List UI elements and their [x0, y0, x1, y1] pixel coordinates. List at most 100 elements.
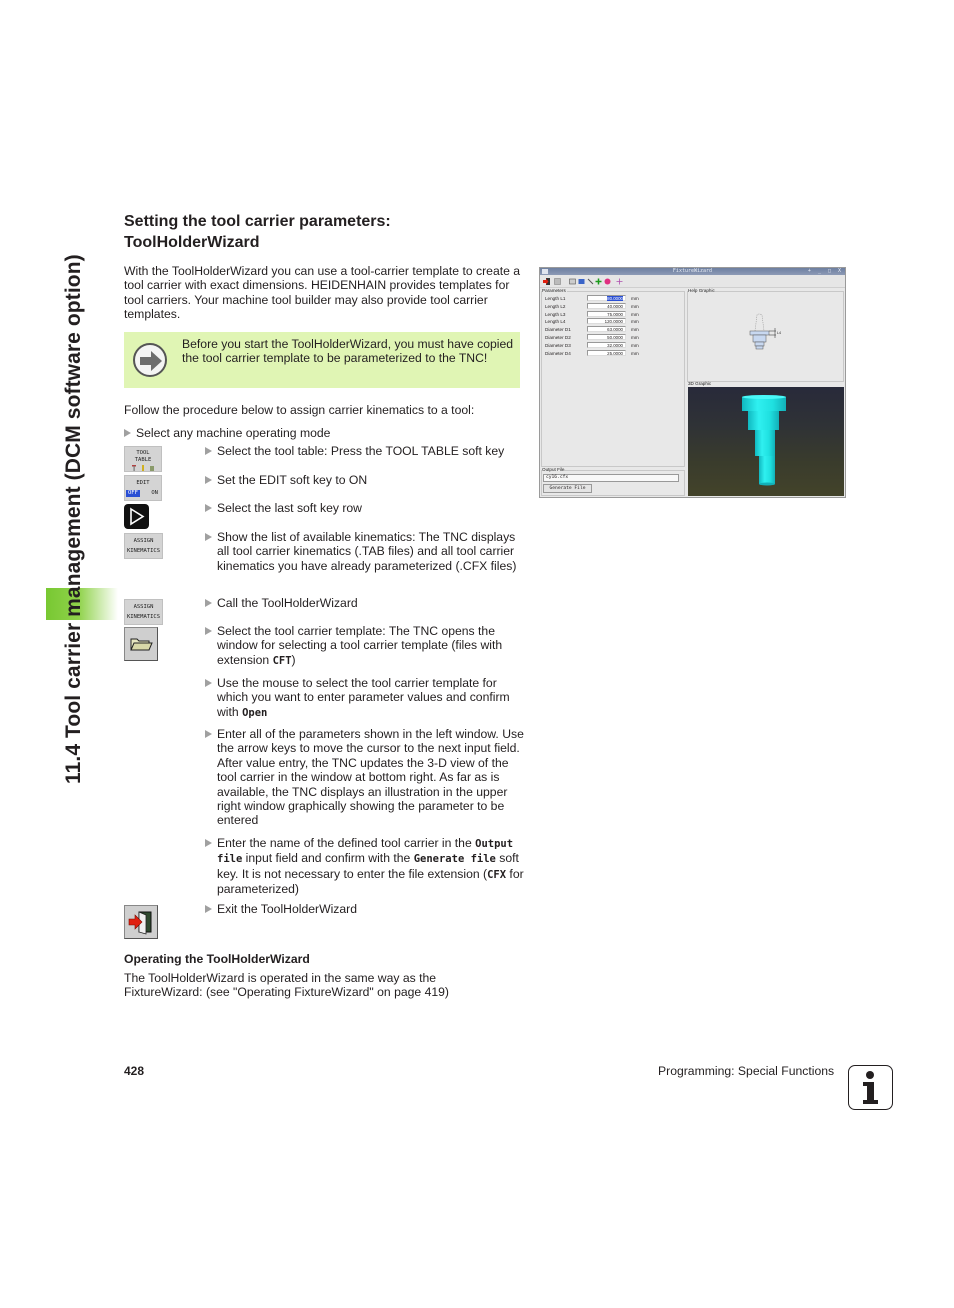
- procedure-intro: Follow the procedure below to assign car…: [124, 403, 475, 417]
- parameter-label: Length L1: [545, 296, 566, 301]
- tool-table-softkey[interactable]: TOOL TABLE: [124, 446, 162, 472]
- exit-wizard-softkey[interactable]: [124, 905, 158, 939]
- step-item: Call the ToolHolderWizard: [205, 596, 525, 610]
- parameter-row: Diameter D3 32.0000 mm: [545, 341, 645, 349]
- bullet-triangle-icon: [205, 627, 212, 635]
- parameter-unit: mm: [631, 342, 639, 348]
- parameter-unit: mm: [631, 303, 639, 309]
- step-text: Enter all of the parameters shown in the…: [217, 727, 524, 828]
- softkey-label: EDIT: [136, 480, 150, 486]
- parameters-label: Parameters: [542, 288, 567, 294]
- step-text: input field and confirm with the: [242, 851, 414, 866]
- output-file-input[interactable]: cy16.cfx: [543, 474, 679, 482]
- chapter-side-title: 11.4 Tool carrier management (DCM softwa…: [62, 254, 85, 784]
- step-text: Select the last soft key row: [217, 501, 362, 515]
- assign-kinematics-softkey[interactable]: ASSIGN KINEMATICS: [124, 599, 163, 625]
- softkey-label: KINEMATICS: [126, 614, 161, 620]
- parameter-value: 32.0000: [607, 342, 623, 348]
- step-item: Select the tool carrier template: The TN…: [205, 624, 525, 668]
- open-template-softkey[interactable]: [124, 627, 158, 661]
- toggle-off-label: OFF: [126, 490, 140, 497]
- parameter-unit: mm: [631, 319, 639, 325]
- parameter-input[interactable]: 80.0000: [587, 295, 626, 301]
- graphic-3d-view[interactable]: [688, 387, 844, 496]
- step-item: Exit the ToolHolderWizard: [205, 902, 525, 916]
- parameter-input[interactable]: 63.0000: [587, 326, 626, 333]
- step-text: ): [291, 652, 296, 667]
- axes-icon[interactable]: [616, 278, 623, 285]
- window-title: FixtureWizard: [672, 268, 713, 274]
- wizard-toolbar: [540, 275, 845, 288]
- bullet-triangle-icon: [205, 447, 212, 455]
- assign-kinematics-softkey[interactable]: ASSIGN KINEMATICS: [124, 533, 163, 559]
- save-icon[interactable]: [554, 278, 561, 285]
- parameter-unit: mm: [631, 327, 639, 333]
- parameter-unit: mm: [631, 311, 639, 317]
- softkey-label: ASSIGN: [133, 604, 154, 610]
- parameter-label: Diameter D3: [545, 342, 571, 348]
- parameter-input[interactable]: 40.0000: [587, 302, 626, 309]
- step-text: Show the list of available kinematics: T…: [217, 530, 517, 573]
- step-text: Enter the name of the defined tool carri…: [217, 836, 476, 850]
- parameter-label: Length L4: [545, 319, 566, 325]
- parameter-input[interactable]: 120.0000: [587, 318, 626, 325]
- parameter-label: Length L3: [545, 311, 566, 317]
- parameter-row: Length L1 80.0000 mm: [545, 295, 645, 302]
- toggle-on-label: ON: [151, 490, 158, 496]
- parameter-value: 50.0000: [607, 335, 623, 340]
- softkey-label: TOOL: [136, 450, 150, 456]
- bullet-triangle-icon: [124, 429, 131, 437]
- zoom-in-icon[interactable]: [595, 278, 602, 285]
- next-row-softkey[interactable]: [124, 504, 149, 529]
- parameter-label: Diameter D2: [545, 335, 571, 340]
- bullet-triangle-icon: [205, 679, 212, 687]
- softkey-label: TABLE: [134, 457, 152, 463]
- step-item: Enter the name of the defined tool carri…: [205, 836, 525, 897]
- parameter-row: Length L4 120.0000 mm: [545, 318, 645, 325]
- rotate-icon[interactable]: [604, 278, 611, 285]
- parameter-unit: mm: [631, 350, 639, 356]
- parameter-value: 120.0000: [604, 319, 623, 325]
- parameter-input[interactable]: 50.0000: [587, 334, 626, 340]
- info-icon: [848, 1065, 893, 1110]
- parameter-label: Diameter D4: [545, 350, 571, 356]
- parameter-row: Length L2 40.0000 mm: [545, 302, 645, 310]
- parameter-input[interactable]: 75.0000: [587, 310, 626, 317]
- exit-icon[interactable]: [543, 278, 550, 285]
- tool-table-icons: [132, 465, 154, 471]
- step-text: Exit the ToolHolderWizard: [217, 902, 357, 916]
- parameter-row: Length L3 75.0000 mm: [545, 310, 645, 318]
- parameter-value: 25.0000: [607, 350, 623, 356]
- subheading: Operating the ToolHolderWizard: [124, 952, 310, 966]
- parameter-input[interactable]: 25.0000: [587, 349, 626, 356]
- tool-carrier-3d-model: [742, 395, 786, 486]
- step-text: Select any machine operating mode: [136, 426, 331, 440]
- view-icon[interactable]: [569, 278, 576, 285]
- parameter-unit: mm: [631, 335, 639, 340]
- help-dimension-label: L4: [777, 331, 781, 335]
- note-box: Before you start the ToolHolderWizard, y…: [124, 332, 520, 388]
- arrow-right-circle-icon: [133, 343, 167, 377]
- code-text: CFX: [487, 868, 507, 881]
- window-controls[interactable]: + _ □ X: [808, 268, 843, 275]
- softkey-label: ASSIGN: [133, 538, 154, 544]
- step-item: Show the list of available kinematics: T…: [205, 530, 525, 573]
- edit-toggle-softkey[interactable]: EDIT OFF ON: [124, 475, 162, 501]
- output-file-label: Output File: [542, 467, 565, 473]
- parameter-label: Diameter D1: [545, 327, 571, 333]
- help-graphic-image: [749, 313, 776, 350]
- bullet-triangle-icon: [205, 905, 212, 913]
- parameter-input[interactable]: 32.0000: [587, 341, 626, 348]
- generate-file-button[interactable]: Generate File: [543, 484, 592, 493]
- step-item: Select the last soft key row: [205, 501, 525, 515]
- page-number: 428: [124, 1064, 145, 1078]
- code-text: Open: [242, 706, 268, 719]
- note-text: Before you start the ToolHolderWizard, y…: [182, 337, 514, 366]
- step-text: Set the EDIT soft key to ON: [217, 473, 368, 487]
- bullet-triangle-icon: [205, 504, 212, 512]
- parameter-row: Diameter D2 50.0000 mm: [545, 334, 645, 341]
- cube-icon[interactable]: [578, 278, 585, 285]
- next-row-icon: [130, 507, 145, 526]
- wrench-icon[interactable]: [587, 278, 594, 285]
- section-heading: Setting the tool carrier parameters: Too…: [124, 213, 391, 251]
